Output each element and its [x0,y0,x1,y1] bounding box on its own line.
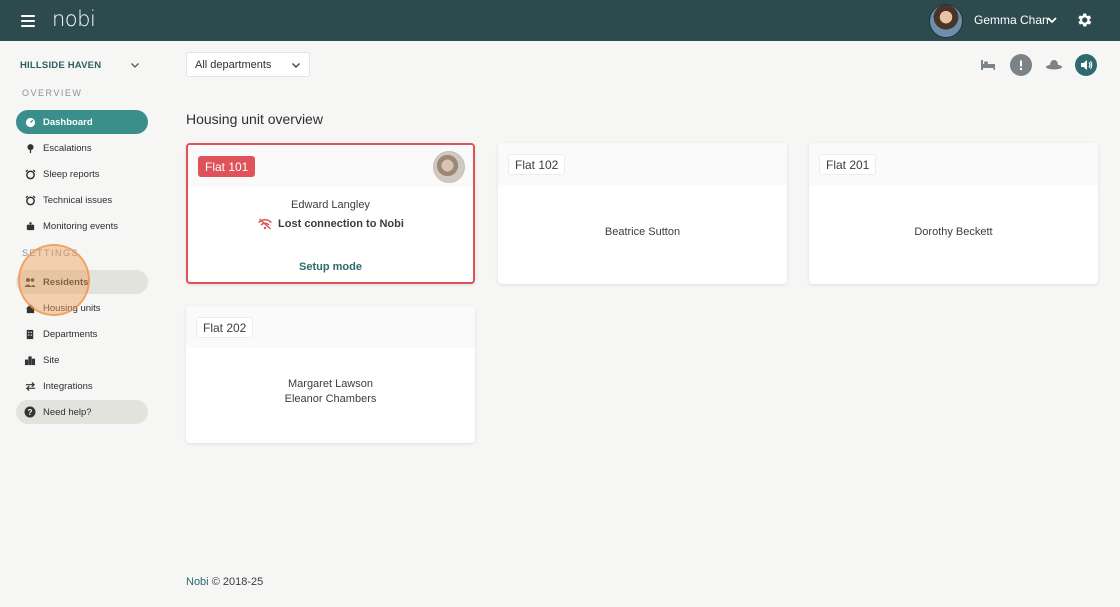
help-button[interactable]: ? Need help? [16,400,148,424]
monitoring-icon [24,220,36,232]
city-icon [24,354,36,366]
resident-name: Eleanor Chambers [284,393,377,405]
footer: Nobi © 2018-25 [186,576,263,588]
sidebar-item-label: Housing units [43,302,101,314]
sidebar-item-monitoring-events[interactable]: Monitoring events [16,214,148,238]
unit-name: Flat 102 [508,154,566,175]
sidebar-item-label: Dashboard [43,116,93,128]
setup-mode-link[interactable]: Setup mode [188,261,473,273]
dashboard-icon [24,116,36,128]
site-selector[interactable]: HILLSIDE HAVEN [20,57,140,73]
sidebar-item-label: Monitoring events [43,220,118,232]
alarm-icon [24,168,36,180]
department-filter-value: All departments [195,58,272,71]
resident-name: Dorothy Beckett [914,226,993,238]
sidebar-item-sleep-reports[interactable]: Sleep reports [16,162,148,186]
alarm-icon [24,194,36,206]
alert-icon[interactable] [1010,54,1032,76]
overview-section-label: OVERVIEW [22,88,83,98]
sidebar-item-dashboard[interactable]: Dashboard [16,110,148,134]
sidebar-item-technical-issues[interactable]: Technical issues [16,188,148,212]
unit-card-header: Flat 102 [498,143,787,185]
sidebar-item-label: Site [43,354,60,366]
home-icon [24,302,36,314]
unit-card-header: Flat 202 [186,306,475,348]
unit-name: Flat 201 [819,154,877,175]
connection-status: Lost connection to Nobi [257,218,404,230]
unit-name: Flat 101 [198,156,256,177]
svg-text:?: ? [28,408,33,417]
escalations-icon [24,142,36,154]
swap-icon [24,380,36,392]
unit-card-header: Flat 101 [188,145,473,187]
settings-section-label: SETTINGS [22,248,80,258]
resident-name: Margaret Lawson [288,378,373,390]
chevron-down-icon [131,63,139,68]
chevron-down-icon [292,62,300,68]
people-icon [24,276,36,288]
wifi-off-icon [258,218,272,230]
sidebar-item-integrations[interactable]: Integrations [16,374,148,398]
hat-icon[interactable] [1043,54,1065,76]
resident-photo [433,151,465,183]
user-avatar[interactable] [929,4,963,38]
chevron-down-icon[interactable] [1046,14,1058,26]
resident-name: Beatrice Sutton [604,226,681,238]
resident-name: Edward Langley [291,199,370,211]
help-icon: ? [24,406,36,418]
menu-icon[interactable] [21,12,35,28]
sidebar-item-residents[interactable]: Residents [16,270,148,294]
unit-name: Flat 202 [196,317,254,338]
sidebar-item-label: Departments [43,328,98,340]
nobi-logo[interactable]: nobi [52,7,96,31]
sidebar-item-housing-units[interactable]: Housing units [16,296,148,320]
sidebar-item-label: Residents [43,276,89,288]
gear-icon[interactable] [1075,11,1093,29]
unit-card-body: Edward Langley Lost connection to Nobi S… [188,199,473,273]
page-title: Housing unit overview [186,111,323,127]
unit-card-body: Margaret Lawson Eleanor Chambers [186,378,475,405]
building-icon [24,328,36,340]
top-bar: nobi Gemma Chan [0,0,1120,41]
unit-card-flat-101[interactable]: Flat 101 Edward Langley Lost connection … [186,143,475,284]
bed-icon[interactable] [977,54,999,76]
sidebar-item-label: Integrations [43,380,93,392]
footer-copyright: © 2018-25 [211,576,264,588]
connection-status-text: Lost connection to Nobi [278,218,404,230]
site-name: HILLSIDE HAVEN [20,59,102,71]
unit-card-flat-102[interactable]: Flat 102 Beatrice Sutton [498,143,787,284]
unit-card-body: Dorothy Beckett [809,226,1098,238]
user-name[interactable]: Gemma Chan [974,13,1049,27]
sidebar-item-label: Escalations [43,142,92,154]
unit-card-body: Beatrice Sutton [498,226,787,238]
sidebar-item-label: Technical issues [43,194,113,206]
department-filter[interactable]: All departments [186,52,310,77]
unit-card-flat-202[interactable]: Flat 202 Margaret Lawson Eleanor Chamber… [186,306,475,443]
help-label: Need help? [43,406,92,418]
unit-card-header: Flat 201 [809,143,1098,185]
footer-brand[interactable]: Nobi [186,576,209,588]
unit-card-flat-201[interactable]: Flat 201 Dorothy Beckett [809,143,1098,284]
sound-icon[interactable] [1075,54,1097,76]
sidebar-item-departments[interactable]: Departments [16,322,148,346]
sidebar-item-site[interactable]: Site [16,348,148,372]
sidebar-item-label: Sleep reports [43,168,100,180]
sidebar-item-escalations[interactable]: Escalations [16,136,148,160]
